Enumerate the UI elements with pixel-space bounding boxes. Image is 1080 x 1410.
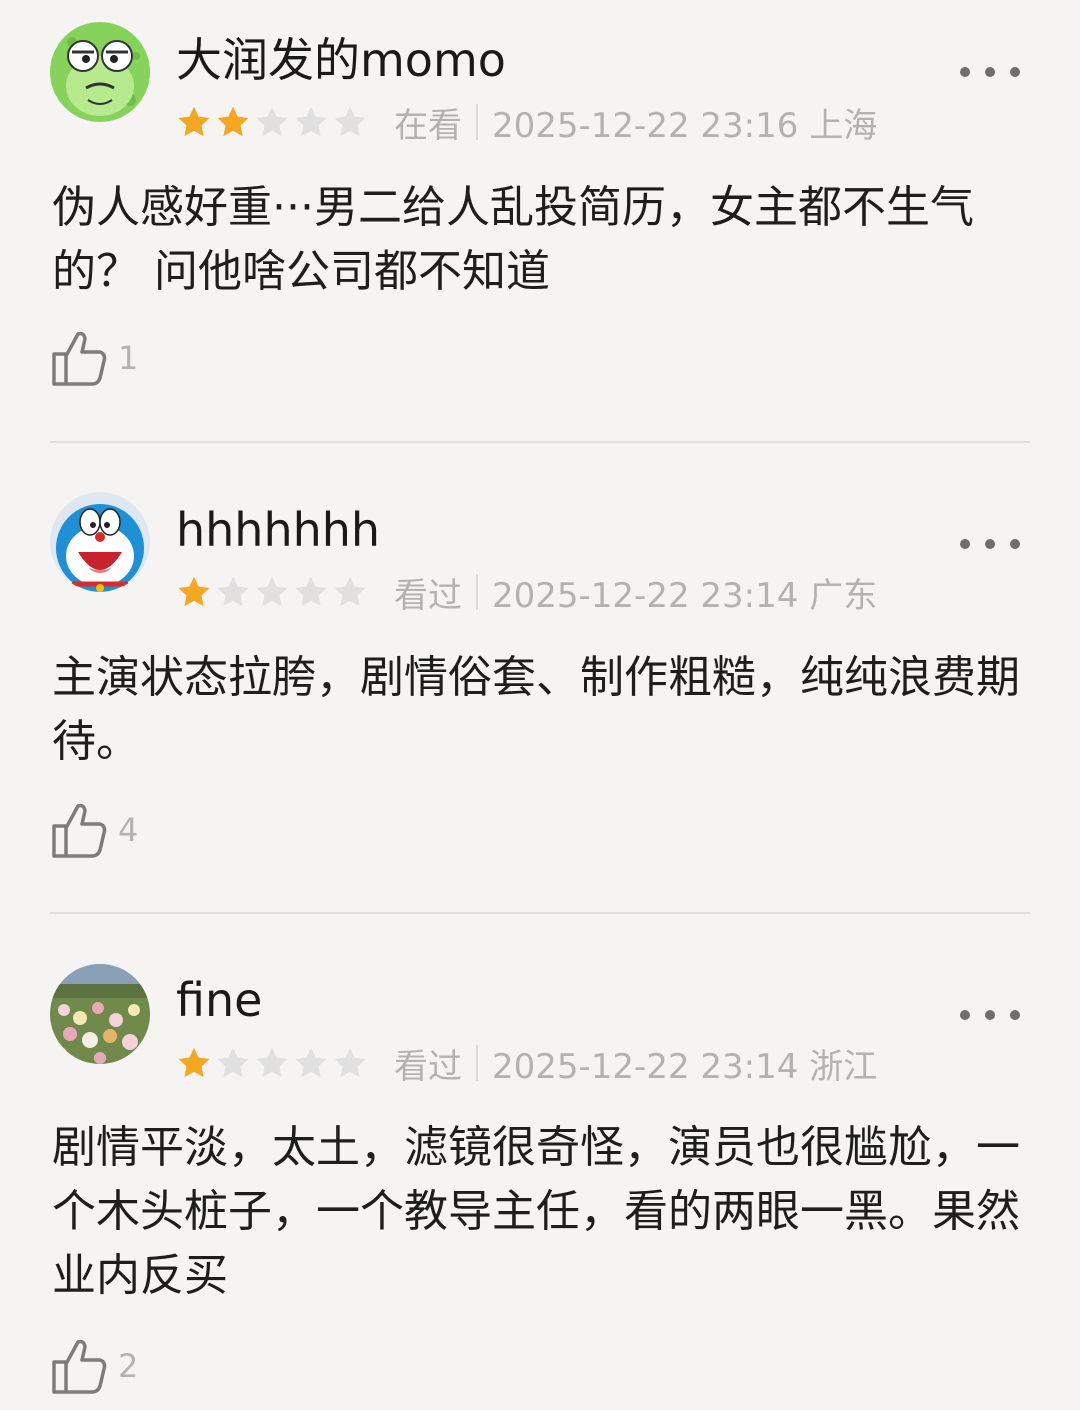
like-count: 4: [118, 811, 139, 849]
frog-avatar-icon: [50, 22, 150, 122]
star-rating: [176, 104, 372, 140]
like-button[interactable]: 2: [50, 1336, 138, 1396]
divider: [50, 912, 1030, 914]
star-icon: [334, 1047, 366, 1078]
thumbs-up-icon: [52, 331, 107, 386]
watch-status: 看过: [394, 575, 462, 616]
star-icon: [217, 106, 249, 137]
review-meta: 在看 2025-12-22 23:16 上海: [176, 100, 878, 146]
more-dots-icon: [960, 539, 970, 549]
review-meta: 看过 2025-12-22 23:14 广东: [176, 570, 878, 616]
flower-field-avatar-icon: [50, 964, 150, 1064]
star-icon: [178, 576, 210, 607]
star-icon: [256, 576, 288, 607]
review-meta: 看过 2025-12-22 23:14 浙江: [176, 1041, 878, 1087]
divider: [476, 104, 478, 140]
username[interactable]: hhhhhhh: [176, 502, 380, 558]
like-button[interactable]: 1: [50, 328, 138, 388]
divider: [476, 574, 478, 610]
star-icon: [295, 576, 327, 607]
username[interactable]: 大润发的momo: [176, 32, 506, 88]
star-icon: [217, 1047, 249, 1078]
more-options-button[interactable]: [960, 1000, 1020, 1030]
star-icon: [334, 576, 366, 607]
star-icon: [256, 106, 288, 137]
star-icon: [334, 106, 366, 137]
star-icon: [256, 1047, 288, 1078]
review-list: 大润发的momo 在看 2025-12-22 23:16 上海 伪人感好重···…: [0, 0, 1080, 1410]
more-dots-icon: [960, 1010, 970, 1020]
more-options-button[interactable]: [960, 529, 1020, 559]
review-item: hhhhhhh 看过 2025-12-22 23:14 广东 主演状态拉胯，剧情…: [0, 470, 1080, 912]
review-text: 伪人感好重···男二给人乱投简历，女主都不生气的？ 问他啥公司都不知道: [52, 182, 974, 297]
like-button[interactable]: 4: [50, 800, 138, 860]
thumbs-up-icon: [52, 1339, 107, 1394]
star-icon: [295, 1047, 327, 1078]
star-icon: [295, 106, 327, 137]
watch-status: 在看: [394, 105, 462, 146]
star-rating: [176, 574, 372, 610]
review-text: 主演状态拉胯，剧情俗套、制作粗糙，纯纯浪费期待。: [52, 652, 1020, 767]
review-item: 大润发的momo 在看 2025-12-22 23:16 上海 伪人感好重···…: [0, 0, 1080, 442]
avatar[interactable]: [50, 22, 150, 122]
star-icon: [178, 106, 210, 137]
star-icon: [178, 1047, 210, 1078]
username[interactable]: fine: [176, 972, 262, 1028]
avatar[interactable]: [50, 964, 150, 1064]
review-text: 剧情平淡，太土，滤镜很奇怪，演员也很尴尬，一个木头桩子，一个教导主任，看的两眼一…: [52, 1122, 1020, 1301]
like-count: 1: [118, 339, 139, 377]
review-item: fine 看过 2025-12-22 23:14 浙江 剧情平淡，太土，滤镜很奇…: [0, 940, 1080, 1410]
timestamp-location: 2025-12-22 23:14 浙江: [492, 1046, 878, 1087]
divider: [476, 1045, 478, 1081]
watch-status: 看过: [394, 1046, 462, 1087]
like-count: 2: [118, 1347, 139, 1385]
star-rating: [176, 1045, 372, 1081]
avatar[interactable]: [50, 492, 150, 592]
more-dots-icon: [960, 67, 970, 77]
divider: [50, 441, 1030, 443]
star-icon: [217, 576, 249, 607]
timestamp-location: 2025-12-22 23:16 上海: [492, 105, 878, 146]
timestamp-location: 2025-12-22 23:14 广东: [492, 575, 878, 616]
thumbs-up-icon: [52, 803, 107, 858]
doraemon-avatar-icon: [50, 492, 150, 592]
more-options-button[interactable]: [960, 57, 1020, 87]
